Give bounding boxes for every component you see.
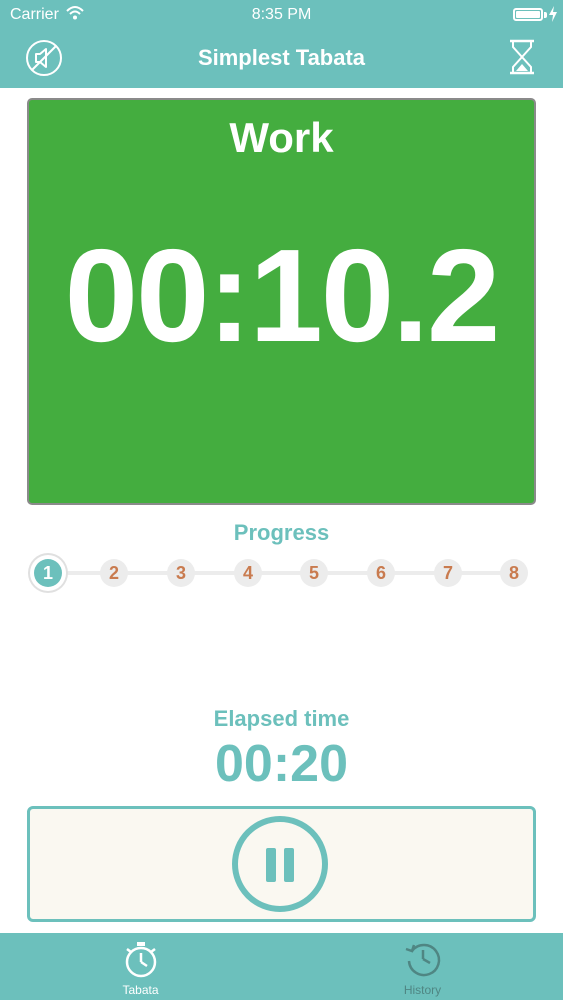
phase-label: Work — [229, 114, 334, 161]
progress-step-8[interactable]: 8 — [500, 559, 528, 587]
nav-bar: Simplest Tabata — [0, 30, 563, 88]
tab-history[interactable]: History — [282, 933, 563, 1000]
pause-button[interactable] — [232, 816, 328, 912]
progress-step-7[interactable]: 7 — [434, 559, 462, 587]
progress-step-4[interactable]: 4 — [234, 559, 262, 587]
elapsed-label: Elapsed time — [213, 706, 350, 731]
progress-step-6[interactable]: 6 — [367, 559, 395, 587]
battery-icon — [513, 8, 543, 21]
elapsed-time: 00:20 — [215, 735, 348, 793]
hourglass-icon[interactable] — [507, 37, 537, 77]
charging-icon — [549, 6, 557, 22]
tab-tabata[interactable]: Tabata — [0, 933, 281, 1000]
tab-bar: Tabata History — [0, 933, 563, 1000]
history-icon — [405, 943, 440, 977]
pause-icon — [266, 848, 276, 882]
progress-step-5[interactable]: 5 — [300, 559, 328, 587]
work-panel: Work 00:10.2 — [27, 98, 536, 505]
battery-tip — [544, 12, 547, 18]
control-panel — [27, 806, 536, 922]
clock-time: 8:35 PM — [251, 6, 312, 23]
progress-label: Progress — [233, 520, 330, 545]
progress-step-3[interactable]: 3 — [167, 559, 195, 587]
stopwatch-icon — [125, 942, 156, 978]
tab-history-label: History — [403, 983, 442, 997]
progress-step-1[interactable]: 1 — [34, 559, 62, 587]
status-bar: Carrier 8:35 PM — [0, 0, 563, 30]
progress-step-2[interactable]: 2 — [100, 559, 128, 587]
tab-tabata-label: Tabata — [122, 983, 159, 997]
pause-icon-bar — [284, 848, 294, 882]
page-title: Simplest Tabata — [197, 45, 366, 70]
countdown-timer: 00:10.2 — [64, 222, 501, 369]
